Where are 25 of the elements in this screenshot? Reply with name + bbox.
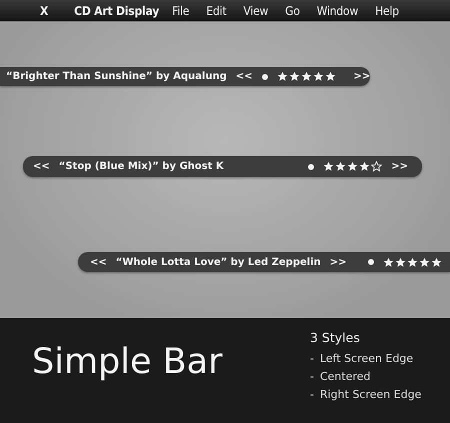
style-option: Left Screen Edge <box>320 352 414 365</box>
next-button[interactable]: >> <box>330 256 347 268</box>
previous-button[interactable]: << <box>90 256 107 268</box>
track-title: “Stop (Blue Mix)” by Ghost K <box>58 161 224 172</box>
previous-button[interactable]: << <box>236 71 253 82</box>
previous-button[interactable]: << <box>33 161 50 172</box>
track-title: “Brighter Than Sunshine” by Aqualung <box>6 71 227 82</box>
menu-item[interactable]: Edit <box>206 4 226 18</box>
style-option: Centered <box>320 370 371 383</box>
bullet: - <box>310 370 314 383</box>
menu-item[interactable]: Help <box>375 4 399 18</box>
menu-item[interactable]: File <box>172 4 190 18</box>
styles-heading: 3 Styles <box>310 330 361 345</box>
menu-item[interactable]: Window <box>316 4 358 18</box>
style-title: Simple Bar <box>32 342 224 384</box>
close-button[interactable]: X <box>40 4 48 18</box>
app-name[interactable]: CD Art Display <box>74 4 160 18</box>
track-title: “Whole Lotta Love” by Led Zeppelin <box>116 256 321 268</box>
next-button[interactable]: >> <box>391 161 408 172</box>
bullet: - <box>310 352 314 365</box>
menu-item[interactable]: View <box>243 4 268 18</box>
menu-item[interactable]: Go <box>285 4 300 18</box>
next-button[interactable]: >> <box>354 71 370 82</box>
bullet: - <box>310 388 314 401</box>
style-option: Right Screen Edge <box>320 388 422 401</box>
